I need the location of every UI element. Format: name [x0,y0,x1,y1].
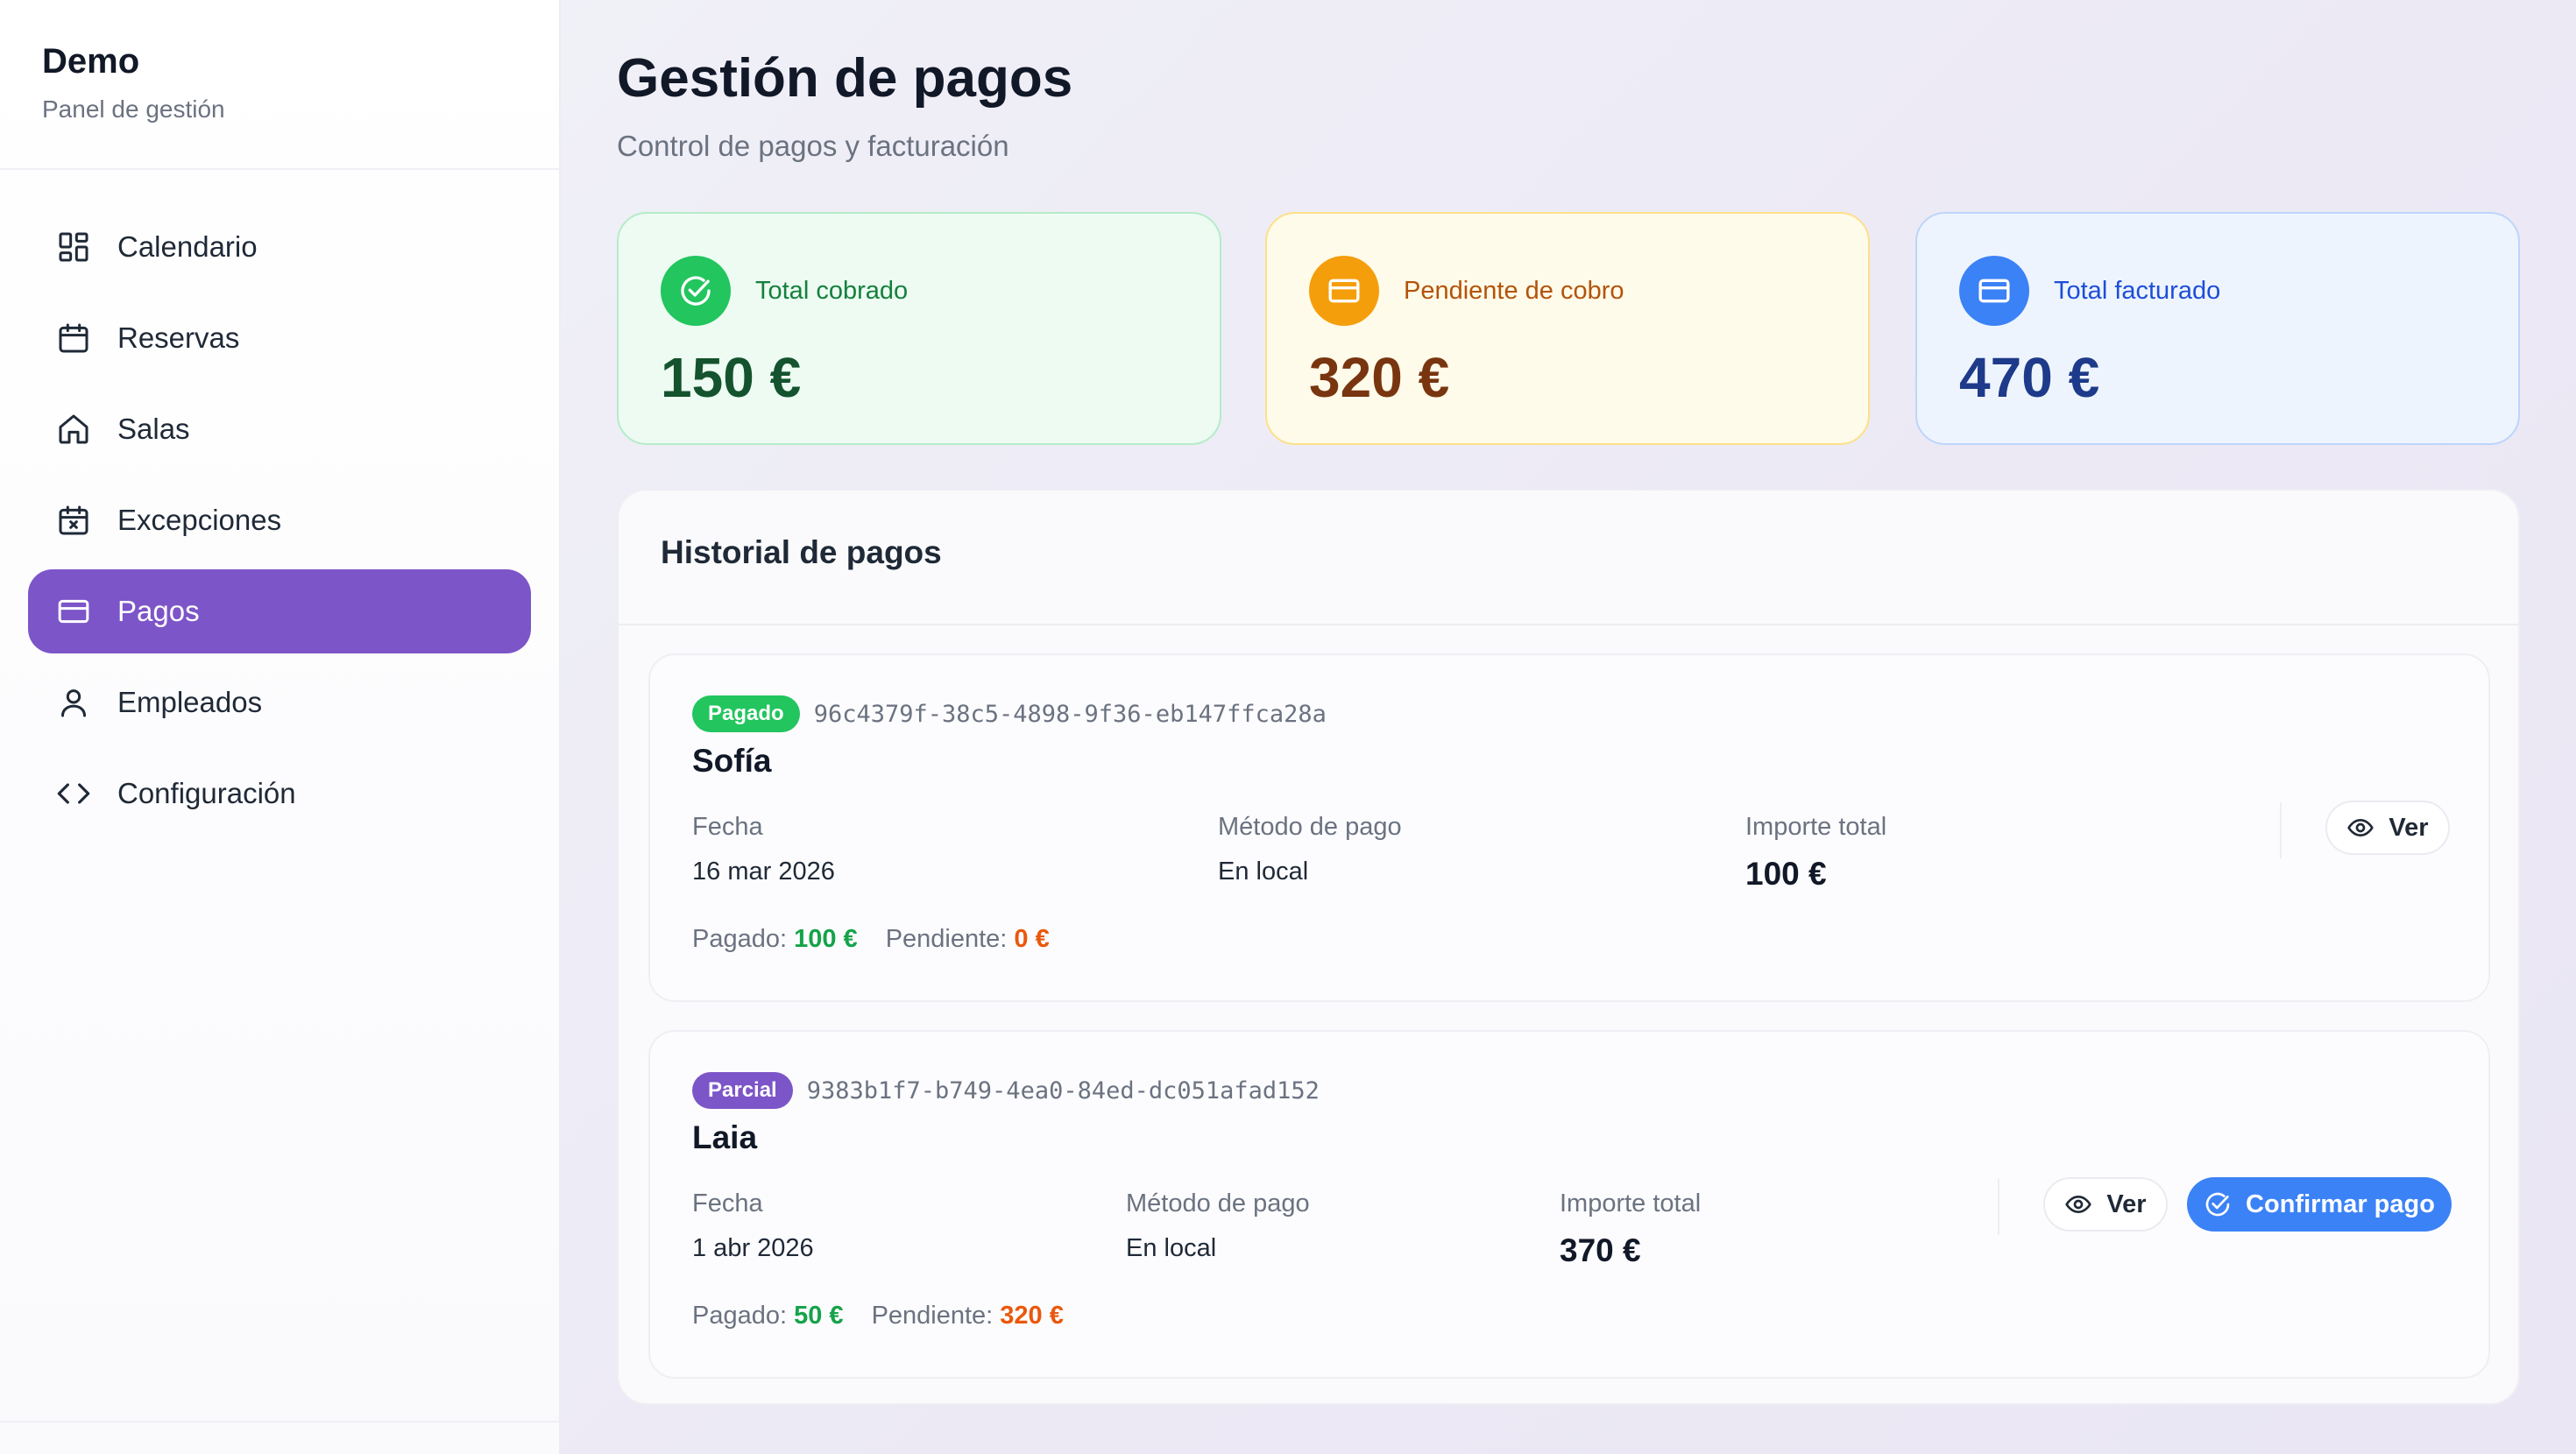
view-button[interactable]: Ver [2043,1177,2168,1232]
field-label: Fecha [692,1189,763,1218]
button-label: Confirmar pago [2246,1189,2435,1218]
sidebar-item-label: Salas [117,413,190,445]
status-badge: Pagado [692,695,800,732]
field-value: 370 € [1560,1232,1641,1268]
sidebar-footer [0,1421,559,1454]
field-value: 16 mar 2026 [692,858,835,886]
credit-card-icon [1959,256,2029,326]
page-subtitle: Control de pagos y facturación [617,130,1009,162]
stat-value: 150 € [661,346,802,409]
sidebar-item-salas[interactable]: Salas [28,387,531,471]
home-icon [56,412,91,447]
credit-card-icon [1309,256,1379,326]
divider [2280,802,2282,858]
field-label: Método de pago [1126,1189,1310,1218]
total-field: Importe total 370 € [1560,1189,1701,1269]
field-value: En local [1218,858,1309,886]
payment-amounts: Pagado: 100 € Pendiente: 0 € [692,925,1078,954]
dashboard-icon [56,229,91,265]
field-value: 1 abr 2026 [692,1234,814,1262]
pending-label: Pendiente: [885,925,1008,953]
field-label: Método de pago [1218,813,1402,841]
eye-icon [2347,819,2374,836]
field-label: Importe total [1745,813,1887,841]
sidebar-item-configuracion[interactable]: Configuración [28,752,531,836]
method-field: Método de pago En local [1126,1189,1310,1263]
confirm-payment-button[interactable]: Confirmar pago [2187,1177,2452,1232]
payment-id: 96c4379f-38c5-4898-9f36-eb147ffca28a [813,700,1327,728]
pending-amount: 0 € [1014,925,1050,953]
divider [1998,1179,1999,1235]
view-button[interactable]: Ver [2325,801,2450,855]
calendar-icon [56,321,91,356]
sidebar: Demo Panel de gestión Calendario Reserva… [0,0,561,1454]
pending-label: Pendiente: [871,1302,994,1330]
method-field: Método de pago En local [1218,813,1402,886]
sidebar-item-label: Empleados [117,686,263,718]
field-value: En local [1126,1234,1217,1262]
stat-value: 320 € [1309,346,1450,409]
sidebar-nav: Calendario Reservas Salas Excepciones Pa… [0,170,559,836]
brand-subtitle: Panel de gestión [42,95,225,123]
status-badge: Parcial [692,1072,793,1109]
sidebar-item-label: Excepciones [117,504,282,536]
stat-value: 470 € [1959,346,2100,409]
date-field: Fecha 1 abr 2026 [692,1189,814,1263]
customer-name: Sofía [692,743,772,779]
stat-card-pending: Pendiente de cobro 320 € [1265,212,1870,445]
check-circle-icon [661,256,731,326]
page-title: Gestión de pagos [617,48,1073,109]
check-circle-icon [2205,1192,2230,1217]
brand-title: Demo [42,42,140,81]
sidebar-item-excepciones[interactable]: Excepciones [28,478,531,562]
history-header: Historial de pagos [619,491,2518,625]
sidebar-item-label: Configuración [117,777,296,809]
calendar-x-icon [56,503,91,538]
date-field: Fecha 16 mar 2026 [692,813,835,886]
eye-icon [2065,1196,2092,1213]
paid-amount: 50 € [794,1302,844,1330]
button-label: Ver [2106,1189,2147,1218]
stat-card-collected: Total cobrado 150 € [617,212,1221,445]
field-label: Importe total [1560,1189,1702,1218]
history-title: Historial de pagos [661,534,942,570]
sidebar-item-reservas[interactable]: Reservas [28,296,531,380]
pending-amount: 320 € [1000,1302,1064,1330]
stat-label: Pendiente de cobro [1404,276,1624,305]
user-icon [56,685,91,720]
paid-label: Pagado: [692,1302,788,1330]
field-value: 100 € [1745,856,1827,892]
sidebar-item-empleados[interactable]: Empleados [28,660,531,745]
sidebar-item-label: Reservas [117,321,240,354]
payment-card: Parcial 9383b1f7-b749-4ea0-84ed-dc051afa… [648,1030,2490,1379]
total-field: Importe total 100 € [1745,813,1886,893]
stats-cards: Total cobrado 150 € Pendiente de cobro 3… [617,212,2520,445]
paid-amount: 100 € [794,925,858,953]
payment-card: Pagado 96c4379f-38c5-4898-9f36-eb147ffca… [648,653,2490,1002]
sidebar-item-calendario[interactable]: Calendario [28,205,531,289]
customer-name: Laia [692,1119,758,1155]
credit-card-icon [56,594,91,629]
code-icon [56,776,91,811]
stat-card-billed: Total facturado 470 € [1915,212,2520,445]
payment-amounts: Pagado: 50 € Pendiente: 320 € [692,1302,1092,1330]
brand: Demo Panel de gestión [0,0,559,170]
payment-id: 9383b1f7-b749-4ea0-84ed-dc051afad152 [806,1076,1320,1105]
paid-label: Pagado: [692,925,788,953]
sidebar-item-label: Pagos [117,595,200,627]
payment-history: Historial de pagos Pagado 96c4379f-38c5-… [617,489,2520,1405]
button-label: Ver [2388,813,2429,842]
stat-label: Total cobrado [755,276,909,305]
sidebar-item-pagos[interactable]: Pagos [28,569,531,653]
sidebar-item-label: Calendario [117,230,258,263]
field-label: Fecha [692,813,763,841]
stat-label: Total facturado [2054,276,2221,305]
